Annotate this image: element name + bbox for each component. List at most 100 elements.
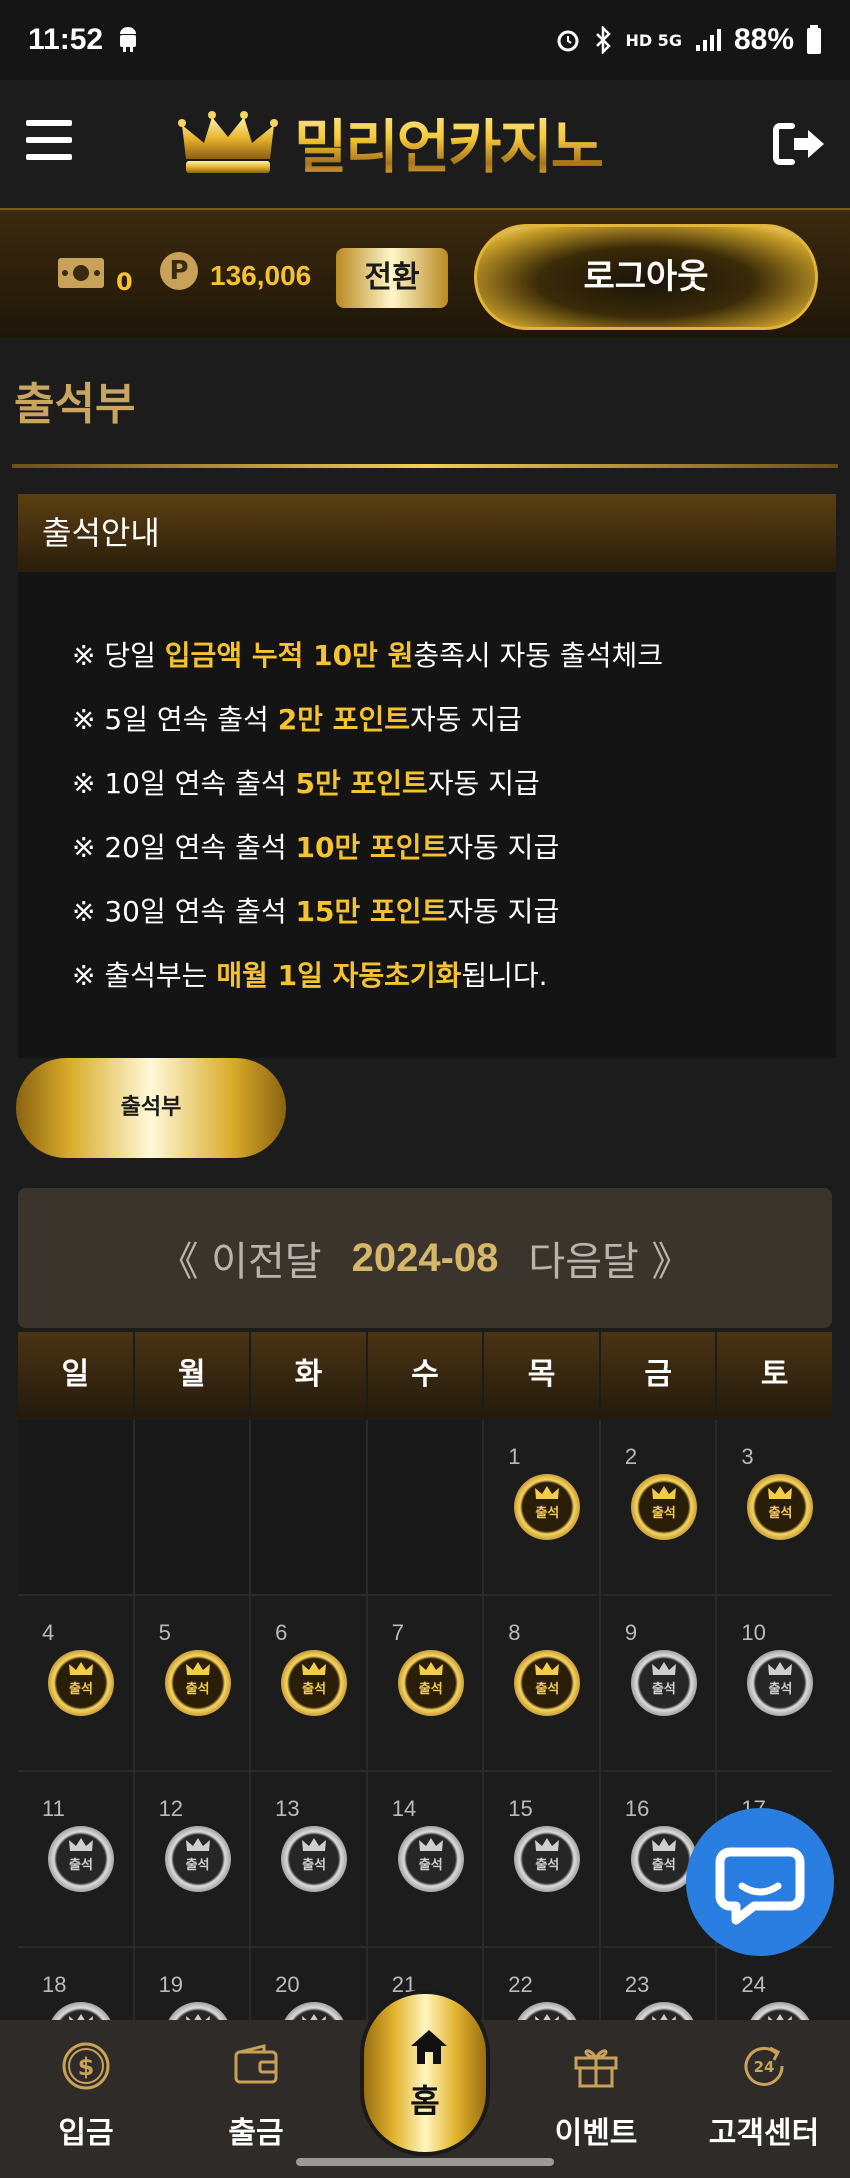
info-highlight: 입금액 누적 10만 원: [164, 639, 414, 672]
day-number: 6: [275, 1620, 288, 1645]
info-text: ※ 출석부는: [72, 959, 217, 992]
badge-label: 출석: [69, 1858, 93, 1873]
calendar-day: 9 출석: [600, 1596, 716, 1770]
weekday-tue: 화: [251, 1332, 366, 1418]
nav-event[interactable]: 이벤트: [516, 2020, 676, 2160]
prev-month-button[interactable]: 《 이전달: [158, 1229, 321, 1287]
day-number: 7: [391, 1620, 404, 1645]
attended-badge: 출석: [630, 1474, 697, 1540]
next-month-button[interactable]: 다음달 》: [528, 1229, 691, 1287]
nav-home-label: 홈: [410, 2082, 440, 2120]
nav-support[interactable]: 24 고객센터: [684, 2020, 844, 2160]
info-text: 자동 지급: [409, 703, 522, 736]
attendance-button[interactable]: 출석부: [16, 1058, 286, 1158]
logout-icon[interactable]: [772, 120, 828, 168]
chat-icon: [715, 1847, 805, 1925]
crown-icon: [535, 1838, 560, 1851]
day-number: 14: [391, 1796, 417, 1821]
info-highlight: 15만 포인트: [295, 895, 448, 928]
menu-bar: [26, 154, 72, 160]
unattended-badge: 출석: [630, 1650, 697, 1716]
day-number: 3: [741, 1444, 754, 1469]
cash-icon: [58, 258, 104, 288]
chat-button[interactable]: [686, 1808, 834, 1956]
crown-icon: [768, 1662, 793, 1675]
badge-label: 출석: [535, 1858, 560, 1873]
nav-withdraw[interactable]: 출금: [176, 2020, 336, 2160]
calendar-weekday-header: 일 월 화 수 목 금 토: [18, 1332, 832, 1418]
calendar-day: 13 출석: [251, 1772, 366, 1946]
weekday-thu: 목: [484, 1332, 599, 1418]
calendar-day: 5 출석: [134, 1596, 250, 1770]
info-text: 자동 지급: [427, 767, 540, 800]
signal-icon: [695, 29, 721, 51]
badge-label: 출석: [768, 1506, 793, 1521]
nav-home[interactable]: 홈: [360, 1990, 490, 2156]
info-text: 충족시 자동 출석체크: [413, 639, 663, 672]
unattended-badge: 출석: [397, 1826, 464, 1892]
calendar-day: 12 출석: [134, 1772, 250, 1946]
crown-icon: [535, 1662, 560, 1675]
calendar-day: 1 출석: [484, 1420, 599, 1594]
menu-button[interactable]: [26, 120, 72, 160]
day-number: 18: [42, 1972, 67, 1997]
convert-button[interactable]: 전환: [336, 248, 448, 308]
weekday-wed: 수: [367, 1332, 483, 1418]
badge-label: 출석: [651, 1682, 676, 1697]
day-number: 5: [158, 1620, 171, 1645]
day-number: 8: [508, 1620, 521, 1645]
network-type: HD 5G: [625, 30, 682, 50]
crown-icon: [185, 1662, 210, 1675]
day-number: 20: [275, 1972, 300, 1997]
badge-label: 출석: [418, 1682, 443, 1697]
info-text: ※ 20일 연속 출석: [72, 831, 296, 864]
home-icon: [411, 2030, 447, 2064]
crown-icon: [651, 1486, 676, 1499]
crown-icon: [651, 1662, 676, 1675]
badge-label: 출석: [185, 1858, 210, 1873]
crown-icon: [69, 1838, 93, 1851]
calendar-empty-cell: [251, 1420, 366, 1594]
day-number: 2: [624, 1444, 638, 1469]
info-heading: 출석안내: [18, 494, 836, 572]
badge-label: 출석: [651, 1506, 676, 1521]
info-text: 자동 지급: [447, 895, 560, 928]
day-number: 15: [508, 1796, 533, 1821]
unattended-badge: 출석: [514, 1826, 581, 1892]
info-highlight: 매월 1일 자동초기화: [216, 959, 462, 992]
badge-label: 출석: [69, 1682, 93, 1697]
badge-label: 출석: [302, 1682, 327, 1697]
calendar-day: 11 출석: [18, 1772, 133, 1946]
weekday-fri: 금: [600, 1332, 716, 1418]
day-number: 22: [508, 1972, 533, 1997]
info-body: ※ 당일 입금액 누적 10만 원충족시 자동 출석체크 ※ 5일 연속 출석 …: [18, 572, 836, 1058]
current-month: 2024-08: [351, 1235, 499, 1280]
attended-badge: 출석: [281, 1650, 348, 1716]
logout-button[interactable]: 로그아웃: [474, 224, 818, 330]
logo[interactable]: 밀리언카지노: [178, 100, 604, 184]
badge-label: 출석: [418, 1858, 443, 1873]
unattended-badge: 출석: [747, 1650, 814, 1716]
calendar-day: 14 출석: [367, 1772, 483, 1946]
calendar-day: 2 출석: [600, 1420, 716, 1594]
logo-text: 밀리언카지노: [294, 100, 604, 184]
nav-deposit-label: 입금: [58, 2116, 114, 2151]
title-divider: [12, 464, 838, 468]
unattended-badge: 출석: [48, 1826, 114, 1892]
crown-icon: [302, 1662, 327, 1675]
info-line: ※ 30일 연속 출석 15만 포인트자동 지급: [72, 890, 559, 930]
page-title: 출석부: [14, 379, 136, 430]
calendar-day: 7 출석: [367, 1596, 483, 1770]
day-number: 12: [158, 1796, 184, 1821]
dollar-coin-icon: $: [62, 2042, 110, 2090]
calendar-empty-cell: [367, 1420, 483, 1594]
money-balance: 0: [116, 268, 133, 296]
bottom-nav: $ 입금 출금 홈 이벤트 24 고객센터: [0, 1990, 850, 2178]
badge-label: 출석: [185, 1682, 210, 1697]
day-number: 23: [624, 1972, 650, 1997]
badge-label: 출석: [535, 1506, 560, 1521]
info-highlight: 5만 포인트: [295, 767, 428, 800]
nav-deposit[interactable]: $ 입금: [6, 2020, 166, 2160]
crown-icon: [418, 1838, 443, 1851]
day-number: 4: [42, 1620, 55, 1645]
